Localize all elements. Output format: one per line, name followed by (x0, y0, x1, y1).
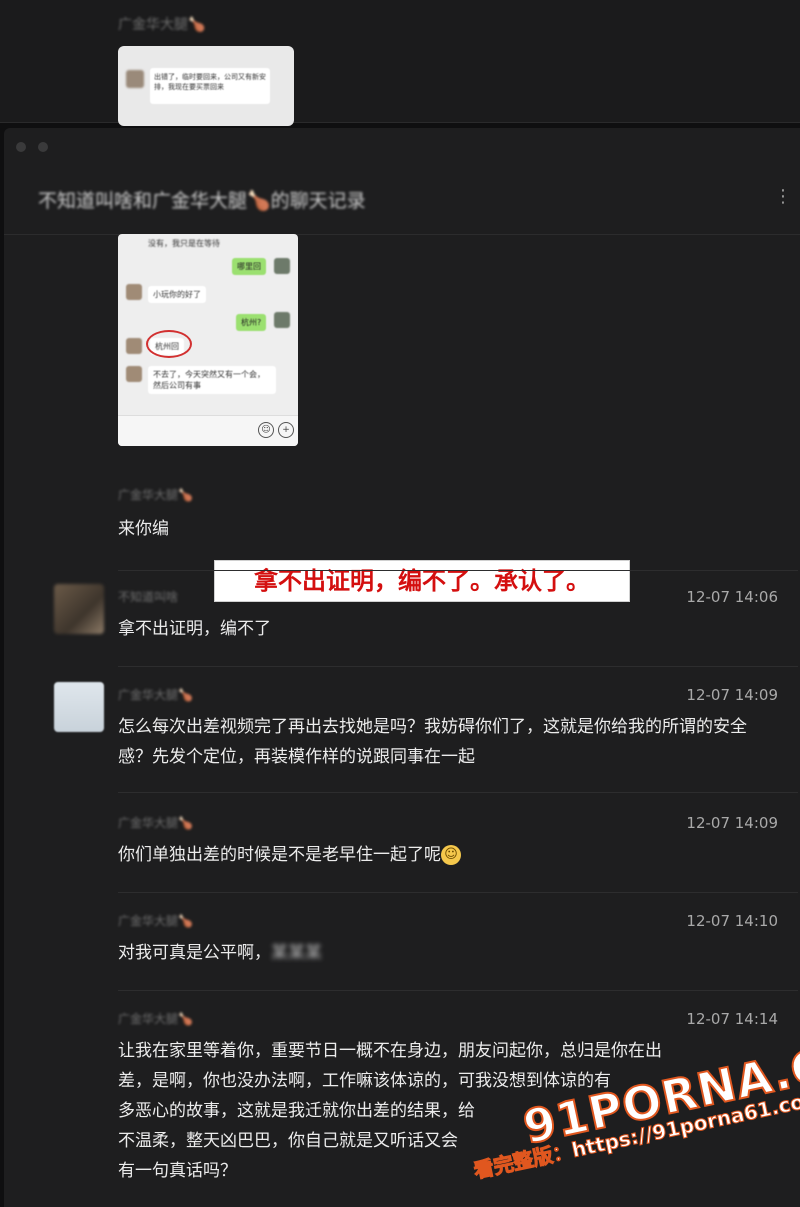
divider (118, 792, 798, 793)
smile-emoji-icon: ☺ (441, 845, 461, 865)
title-bar: 不知道叫啥和广金华大腿🍗的聊天记录 ⋮ (4, 170, 800, 235)
chat-screenshot-image[interactable]: 没有，我只是在等待 哪里回 小玩你的好了 杭州? 杭州回 不去了，今天突然又有一… (118, 234, 298, 446)
message-time: 12-07 14:14 (686, 1010, 778, 1028)
previous-chat-window: 广金华大腿🍗 出错了，临时要回来，公司又有新安排，我现在要买票回来 (0, 0, 800, 126)
sender-name: 广金华大腿🍗 (118, 488, 193, 502)
divider (118, 892, 798, 893)
message-time: 12-07 14:09 (686, 686, 778, 704)
red-circle-annotation (146, 330, 192, 358)
sender-name: 广金华大腿🍗 (118, 1012, 193, 1026)
message-time: 12-07 14:09 (686, 814, 778, 832)
more-options-icon[interactable]: ⋮ (774, 186, 792, 207)
shot-green-bubble-1: 哪里回 (232, 258, 266, 275)
sender-name: 广金华大腿🍗 (118, 914, 193, 928)
highlight-banner: 拿不出证明，编不了。承认了。 (214, 560, 630, 602)
divider (118, 570, 798, 571)
message-text: 你们单独出差的时候是不是老早住一起了呢 ☺ (118, 840, 778, 870)
sender-name: 广金华大腿🍗 (118, 816, 193, 830)
mini-avatar (126, 70, 144, 88)
shot-avatar-left (126, 366, 142, 382)
divider (118, 990, 798, 991)
shot-avatar-right (274, 258, 290, 274)
avatar[interactable] (54, 682, 104, 732)
shot-avatar-left (126, 284, 142, 300)
emoji-icon: ☺ (258, 422, 274, 438)
close-dot[interactable] (16, 142, 26, 152)
shot-input-bar: ☺ + (118, 415, 298, 446)
shot-top-text: 没有，我只是在等待 (148, 239, 220, 248)
shot-green-bubble-2: 杭州? (236, 314, 267, 331)
shot-avatar-right (274, 312, 290, 328)
shot-white-bubble-2: 不去了，今天突然又有一个会，然后公司有事 (148, 366, 276, 394)
message-text-body: 对我可真是公平啊 (118, 943, 254, 963)
minimize-dot[interactable] (38, 142, 48, 152)
shot-avatar-left (126, 338, 142, 354)
message-text: 对我可真是公平啊，某某某 (118, 943, 322, 963)
message-text: 怎么每次出差视频完了再出去找她是吗？我妨碍你们了，这就是你给我的所谓的安全感？先… (118, 717, 747, 767)
message-text: 来你编 (118, 519, 169, 539)
sender-name: 广金华大腿🍗 (118, 688, 193, 702)
avatar[interactable] (54, 584, 104, 634)
message-line: 让我在家里等着你，重要节日一概不在身边，朋友问起你，总归是你在出 (118, 1041, 662, 1061)
message-time: 12-07 14:06 (686, 588, 778, 606)
divider (118, 666, 798, 667)
window-title: 不知道叫啥和广金华大腿🍗的聊天记录 (38, 190, 366, 212)
message-line: 有一句真话吗？ (118, 1161, 237, 1181)
plus-icon: + (278, 422, 294, 438)
window-controls (16, 142, 48, 152)
blurred-text: 某某某 (271, 943, 322, 963)
chat-history-window: 不知道叫啥和广金华大腿🍗的聊天记录 ⋮ 没有，我只是在等待 哪里回 小玩你的好了… (4, 128, 800, 1207)
sender-name: 不知道叫啥 (118, 590, 179, 604)
message-time: 12-07 14:10 (686, 912, 778, 930)
prev-image-thumbnail[interactable]: 出错了，临时要回来，公司又有新安排，我现在要买票回来 (118, 46, 294, 126)
mini-bubble: 出错了，临时要回来，公司又有新安排，我现在要买票回来 (150, 68, 270, 104)
prev-sender-name: 广金华大腿🍗 (118, 17, 206, 33)
message-text: 拿不出证明，编不了 (118, 619, 271, 639)
message-text-body: 你们单独出差的时候是不是老早住一起了呢 (118, 845, 441, 865)
shot-white-bubble-1: 小玩你的好了 (148, 286, 206, 303)
